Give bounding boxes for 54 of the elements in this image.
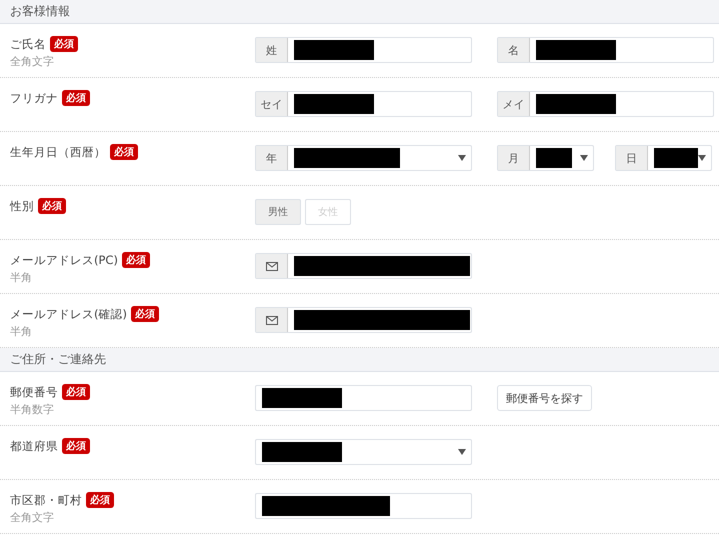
field-note: 半角 [10, 270, 33, 285]
gender-option[interactable]: 男性 [255, 199, 301, 225]
required-badge: 必須 [110, 144, 138, 160]
envelope-icon [266, 262, 278, 270]
input-prefix: セイ [256, 92, 288, 116]
required-badge: 必須 [62, 90, 90, 106]
field-note: 半角数字 [10, 402, 55, 417]
field-label: 郵便番号 [10, 384, 58, 400]
field-label: メールアドレス(PC) [10, 252, 118, 268]
caret-icon [458, 155, 466, 161]
field-note: 半角 [10, 324, 33, 339]
section-title: お客様情報 [10, 3, 70, 20]
caret-icon [698, 155, 706, 161]
field-label: メールアドレス(確認) [10, 306, 127, 322]
field-label: ご氏名 [10, 36, 46, 52]
field-label: 生年月日（西暦） [10, 144, 106, 160]
email-input[interactable] [255, 253, 472, 279]
field-label: 都道府県 [10, 438, 58, 454]
required-badge: 必須 [122, 252, 150, 268]
text-input[interactable]: 名 [497, 37, 714, 63]
redaction-bar [536, 148, 572, 168]
envelope-icon [266, 316, 278, 324]
input-prefix: 姓 [256, 38, 288, 62]
email-input[interactable] [255, 307, 472, 333]
text-input[interactable] [255, 385, 472, 411]
required-badge: 必須 [130, 306, 159, 322]
field-note: 全角文字 [10, 510, 55, 525]
input-prefix: 月 [498, 146, 530, 170]
text-input[interactable] [255, 493, 472, 519]
required-badge: 必須 [62, 438, 90, 454]
required-badge: 必須 [86, 492, 114, 508]
field-label: 市区郡・町村 [10, 492, 82, 508]
redaction-bar [654, 148, 698, 168]
caret-icon [458, 449, 466, 455]
input-prefix: 日 [616, 146, 648, 170]
select-input[interactable]: 年 [255, 145, 472, 171]
text-input[interactable]: メイ [497, 91, 714, 117]
select-input[interactable] [255, 439, 472, 465]
field-note: 全角文字 [10, 54, 55, 69]
select-input[interactable]: 月 [497, 145, 594, 171]
input-prefix: 年 [256, 146, 288, 170]
input-prefix: メイ [498, 92, 530, 116]
required-badge: 必須 [38, 198, 66, 214]
input-prefix: 名 [498, 38, 530, 62]
field-label: 性別 [10, 198, 34, 214]
required-badge: 必須 [62, 384, 90, 400]
text-input[interactable]: 姓 [255, 37, 472, 63]
caret-icon [580, 155, 588, 161]
search-postcode-button[interactable]: 郵便番号を探す [497, 385, 592, 411]
required-badge: 必須 [50, 36, 78, 52]
select-input[interactable]: 日 [615, 145, 712, 171]
section-title: ご住所・ご連絡先 [10, 351, 106, 368]
field-label: フリガナ [10, 90, 58, 106]
text-input[interactable]: セイ [255, 91, 472, 117]
